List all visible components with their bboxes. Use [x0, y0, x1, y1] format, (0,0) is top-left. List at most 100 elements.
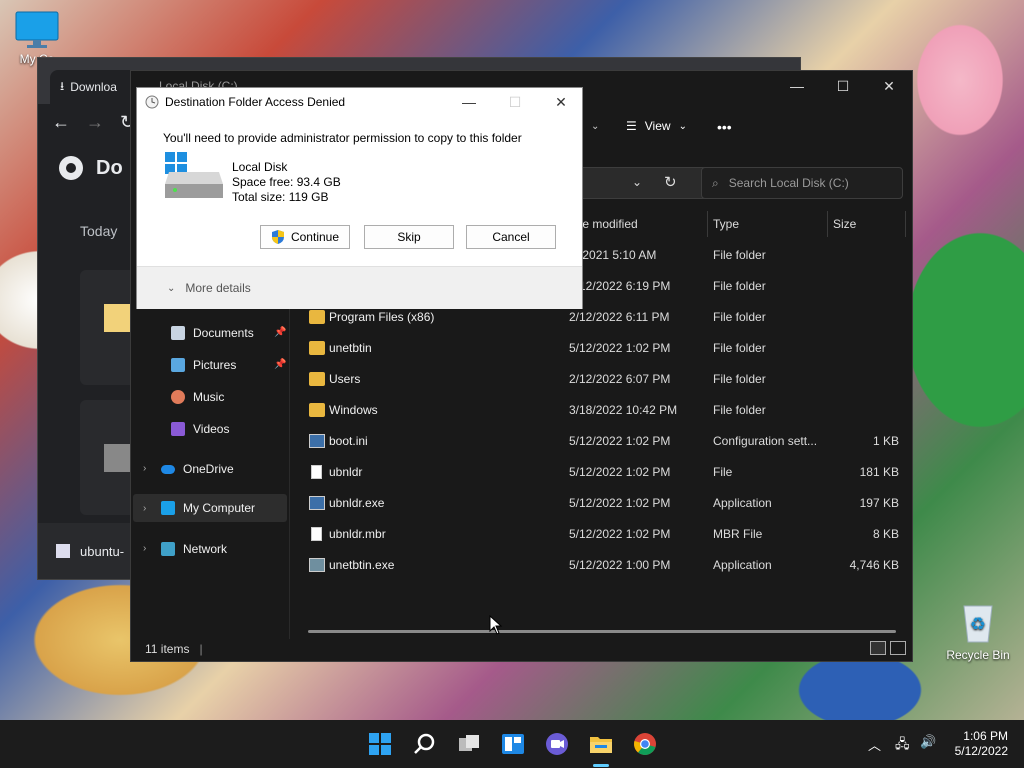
- chevron-down-icon[interactable]: ⌄: [632, 175, 642, 189]
- recycle-bin-icon: ♻: [963, 605, 993, 643]
- shield-icon: [271, 230, 284, 244]
- clock[interactable]: 1:06 PM 5/12/2022: [955, 729, 1008, 759]
- search-icon: ⌕: [712, 175, 719, 190]
- maximize-button[interactable]: ☐: [820, 71, 866, 101]
- column-divider[interactable]: [707, 211, 708, 237]
- file-explorer-icon[interactable]: [589, 732, 613, 756]
- view-label: View: [644, 119, 671, 133]
- chevron-down-icon[interactable]: ⌄: [591, 121, 599, 132]
- chevron-right-icon[interactable]: ›: [143, 543, 146, 554]
- file-row[interactable]: ubnldr 5/12/2022 1:02 PM File 181 KB: [307, 456, 907, 487]
- nav-label: My Computer: [183, 501, 256, 515]
- drive-space-free: Space free: 93.4 GB: [232, 175, 341, 189]
- skip-button[interactable]: Skip: [364, 225, 454, 249]
- file-type: Configuration sett...: [713, 433, 818, 448]
- column-header-date[interactable]: te modified: [579, 211, 638, 237]
- desktop-icon-label: Recycle Bin: [946, 648, 1010, 662]
- desktop-icon-recycle-bin[interactable]: ♻ Recycle Bin: [940, 600, 1016, 662]
- back-arrow-icon[interactable]: ←: [52, 112, 70, 133]
- dialog-title: Destination Folder Access Denied: [165, 95, 346, 109]
- search-input[interactable]: ⌕ Search Local Disk (C:): [701, 167, 903, 199]
- file-row[interactable]: unetbtin.exe 5/12/2022 1:00 PM Application…: [307, 549, 907, 580]
- nav-label: Pictures: [193, 358, 237, 372]
- documents-icon: [171, 326, 185, 340]
- iso-file-icon: [104, 444, 132, 472]
- volume-icon[interactable]: 🔊: [920, 734, 936, 750]
- drive-info: Local Disk Space free: 93.4 GB Total siz…: [232, 160, 341, 205]
- nav-item-documents[interactable]: Documents: [171, 319, 254, 347]
- cloud-icon: [161, 464, 175, 474]
- file-date-modified: 5/12/2022 1:02 PM: [569, 340, 671, 355]
- nav-label: Videos: [193, 422, 230, 436]
- minimize-button[interactable]: —: [446, 88, 492, 116]
- view-menu-button[interactable]: ☰ View ⌄: [626, 119, 687, 133]
- windows-start-icon[interactable]: [368, 732, 392, 756]
- forward-arrow-icon[interactable]: →: [86, 112, 104, 133]
- nav-item-videos[interactable]: Videos: [171, 415, 229, 443]
- config-file-icon: [309, 433, 325, 448]
- column-header-type[interactable]: Type: [713, 211, 739, 237]
- pin-icon[interactable]: 📌: [274, 327, 286, 338]
- column-header-size[interactable]: Size: [833, 211, 856, 237]
- file-row[interactable]: boot.ini 5/12/2022 1:02 PM Configuration s…: [307, 425, 907, 456]
- file-type: Application: [713, 557, 772, 572]
- file-name: Windows: [329, 402, 378, 417]
- pane-divider: [289, 301, 290, 639]
- music-icon: [171, 390, 185, 404]
- tray-chevron-up-icon[interactable]: ︿: [868, 735, 881, 754]
- column-divider[interactable]: [827, 211, 828, 237]
- task-view-icon[interactable]: [457, 732, 481, 756]
- details-view-icon[interactable]: [870, 641, 886, 655]
- address-bar[interactable]: ⌄ ↻: [571, 167, 715, 199]
- drive-name: Local Disk: [232, 160, 288, 174]
- file-name: Users: [329, 371, 361, 386]
- file-row[interactable]: Windows 3/18/2022 10:42 PM File folder: [307, 394, 907, 425]
- widgets-icon[interactable]: [501, 732, 525, 756]
- file-date-modified: 5/12/2022 1:02 PM: [569, 526, 671, 541]
- search-icon[interactable]: [413, 732, 437, 756]
- monitor-icon: [161, 501, 175, 515]
- dialog-message: You'll need to provide administrator per…: [163, 131, 522, 145]
- file-size: 4,746 KB: [849, 557, 899, 572]
- chevron-right-icon[interactable]: ›: [143, 503, 146, 514]
- file-date-modified: 5/12/2022 1:00 PM: [569, 557, 671, 572]
- refresh-icon[interactable]: ↻: [664, 173, 677, 191]
- continue-button[interactable]: Continue: [260, 225, 350, 249]
- folder-icon: [309, 371, 325, 386]
- taskbar: ︿ 🖧 🔊 1:06 PM 5/12/2022: [0, 720, 1024, 768]
- pin-icon[interactable]: 📌: [274, 359, 286, 370]
- file-type: File: [713, 464, 733, 479]
- file-row[interactable]: unetbtin 5/12/2022 1:02 PM File folder: [307, 332, 907, 363]
- more-details-toggle[interactable]: ⌄ More details: [137, 266, 582, 309]
- chrome-download-item: ubuntu-: [80, 543, 125, 559]
- more-details-label: More details: [185, 281, 251, 295]
- tiles-view-icon[interactable]: [890, 641, 906, 655]
- horizontal-scrollbar[interactable]: [308, 630, 896, 633]
- file-row[interactable]: ubnldr.mbr 5/12/2022 1:02 PM MBR File 8 KB: [307, 518, 907, 549]
- view-list-icon: ☰: [626, 119, 637, 133]
- nav-item-network[interactable]: Network: [161, 535, 227, 563]
- chat-icon[interactable]: [545, 732, 569, 756]
- cancel-button[interactable]: Cancel: [466, 225, 556, 249]
- minimize-button[interactable]: —: [774, 71, 820, 101]
- clock-date: 5/12/2022: [954, 744, 1008, 758]
- nav-item-onedrive[interactable]: OneDrive: [161, 455, 234, 483]
- more-options-button[interactable]: •••: [717, 119, 732, 135]
- close-button[interactable]: ✕: [538, 88, 584, 116]
- nav-label: OneDrive: [183, 462, 234, 476]
- nav-item-pictures[interactable]: Pictures: [171, 351, 236, 379]
- nav-label: Music: [193, 390, 225, 404]
- file-date-modified: 5/12/2022 1:02 PM: [569, 495, 671, 510]
- maximize-button: ☐: [508, 93, 522, 110]
- folder-icon: [309, 340, 325, 355]
- column-divider[interactable]: [905, 211, 906, 237]
- network-tray-icon[interactable]: 🖧: [895, 735, 910, 757]
- nav-item-my-computer[interactable]: My Computer: [161, 494, 255, 522]
- chevron-right-icon[interactable]: ›: [143, 463, 146, 474]
- file-type: File folder: [713, 247, 766, 262]
- file-row[interactable]: ubnldr.exe 5/12/2022 1:02 PM Application 19…: [307, 487, 907, 518]
- close-button[interactable]: ✕: [866, 71, 912, 101]
- chrome-icon[interactable]: [633, 732, 657, 756]
- file-row[interactable]: Users 2/12/2022 6:07 PM File folder: [307, 363, 907, 394]
- nav-item-music[interactable]: Music: [171, 383, 224, 411]
